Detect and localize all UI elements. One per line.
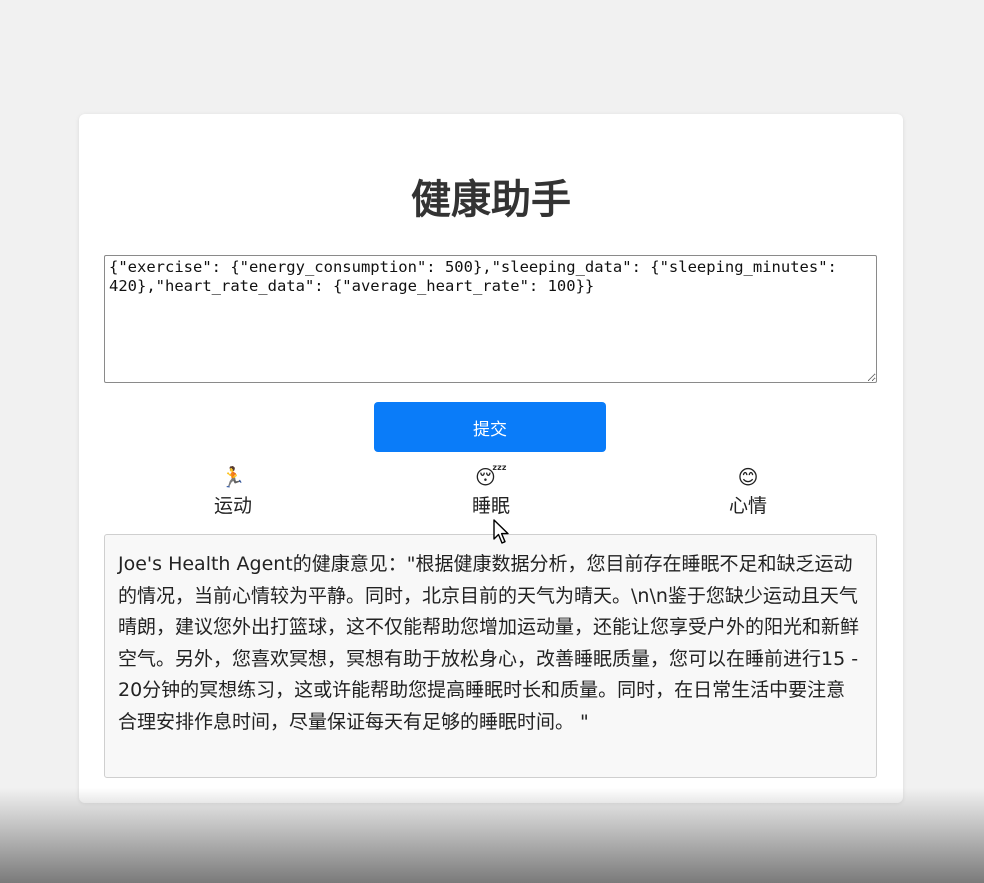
smiling-face-icon: 😊 [737, 465, 759, 489]
page-title: 健康助手 [411, 177, 571, 223]
health-data-input[interactable]: {"exercise": {"energy_consumption": 500}… [104, 255, 877, 383]
running-person-icon: 🏃 [220, 465, 246, 489]
health-advice-output: Joe's Health Agent的健康意见："根据健康数据分析，您目前存在睡… [104, 534, 877, 778]
category-mood-label: 心情 [728, 495, 767, 517]
submit-button[interactable]: 提交 [374, 402, 606, 452]
category-exercise-label: 运动 [213, 495, 252, 517]
health-assistant-card: 健康助手 {"exercise": {"energy_consumption":… [79, 114, 903, 803]
category-sleep[interactable]: 😴 睡眠 [431, 464, 551, 518]
category-exercise[interactable]: 🏃 运动 [173, 464, 293, 518]
sleeping-face-icon: 😴 [474, 465, 508, 489]
category-mood[interactable]: 😊 心情 [688, 464, 808, 518]
category-sleep-label: 睡眠 [471, 495, 510, 517]
